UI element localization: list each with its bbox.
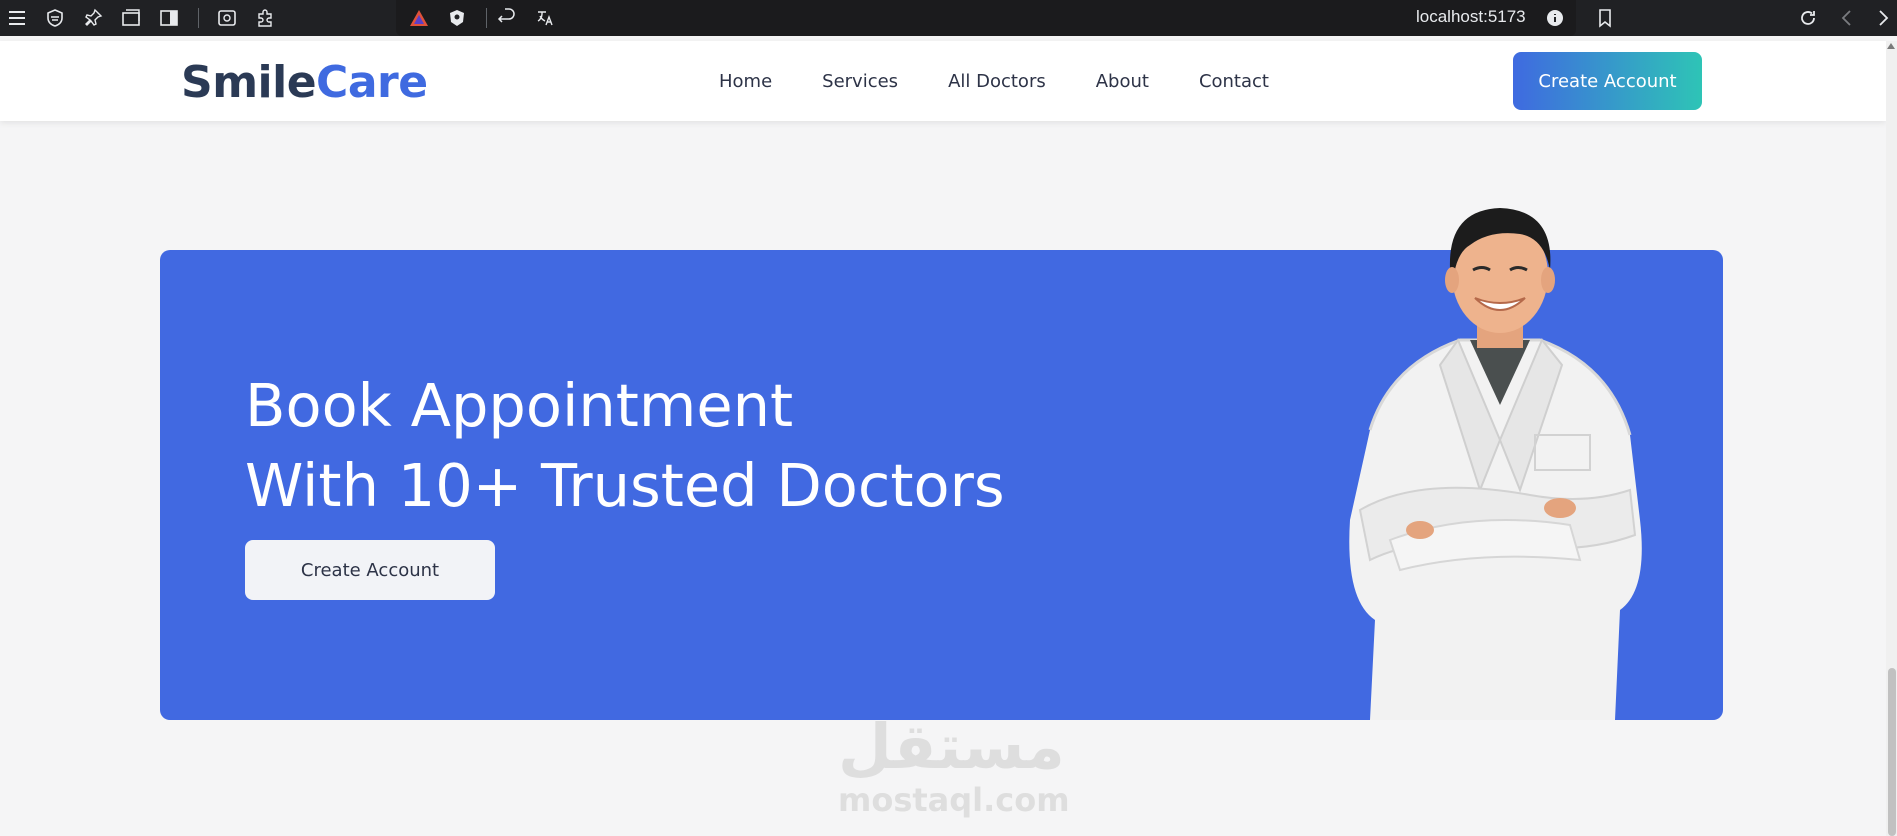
toolbar-divider <box>198 8 199 28</box>
address-bar[interactable] <box>396 0 1576 36</box>
nav-link-contact[interactable]: Contact <box>1199 69 1269 95</box>
create-account-hero-button[interactable]: Create Account <box>245 540 495 600</box>
screenshot-icon[interactable] <box>216 7 238 29</box>
hero-title-line-2: With 10+ Trusted Doctors <box>245 451 1005 520</box>
watermark-latin: mostaql.com <box>838 781 1070 819</box>
hero-title: Book Appointment With 10+ Trusted Doctor… <box>245 366 1005 526</box>
extensions-icon[interactable] <box>254 7 276 29</box>
tabs-icon[interactable] <box>120 7 142 29</box>
nav-link-about[interactable]: About <box>1096 69 1149 95</box>
bookmark-icon[interactable] <box>1594 7 1616 29</box>
browser-toolbar: localhost:5173 <box>0 0 1897 36</box>
translate-icon[interactable] <box>534 7 556 29</box>
hero-title-line-1: Book Appointment <box>245 371 794 440</box>
info-icon[interactable] <box>1544 7 1566 29</box>
menu-icon[interactable] <box>6 7 28 29</box>
nav-link-home[interactable]: Home <box>719 69 772 95</box>
sidebar-icon[interactable] <box>158 7 180 29</box>
nav-link-all-doctors[interactable]: All Doctors <box>948 69 1046 95</box>
scrollbar-thumb[interactable] <box>1888 668 1896 836</box>
logo-part-care: Care <box>316 57 428 108</box>
site-navbar: SmileCare Home Services All Doctors Abou… <box>0 41 1886 121</box>
create-account-nav-button[interactable]: Create Account <box>1513 52 1702 110</box>
reload-icon[interactable] <box>1797 7 1819 29</box>
site-logo[interactable]: SmileCare <box>181 59 428 107</box>
brave-shields-icon[interactable] <box>446 7 468 29</box>
back-icon[interactable] <box>1836 7 1858 29</box>
pin-icon[interactable] <box>82 7 104 29</box>
url-divider <box>486 8 487 28</box>
url-text[interactable]: localhost:5173 <box>1416 5 1526 29</box>
forward-icon[interactable] <box>1872 7 1894 29</box>
nav-links: Home Services All Doctors About Contact <box>719 69 1319 95</box>
nav-link-services[interactable]: Services <box>822 69 898 95</box>
doctor-image <box>1349 208 1642 720</box>
logo-part-smile: Smile <box>181 57 317 108</box>
undo-icon[interactable] <box>496 7 518 29</box>
scroll-up-arrow-icon[interactable] <box>1887 43 1895 49</box>
watermark-arabic: مستقل <box>838 710 1065 783</box>
brave-rewards-icon[interactable] <box>408 7 430 29</box>
shield-icon[interactable] <box>44 7 66 29</box>
